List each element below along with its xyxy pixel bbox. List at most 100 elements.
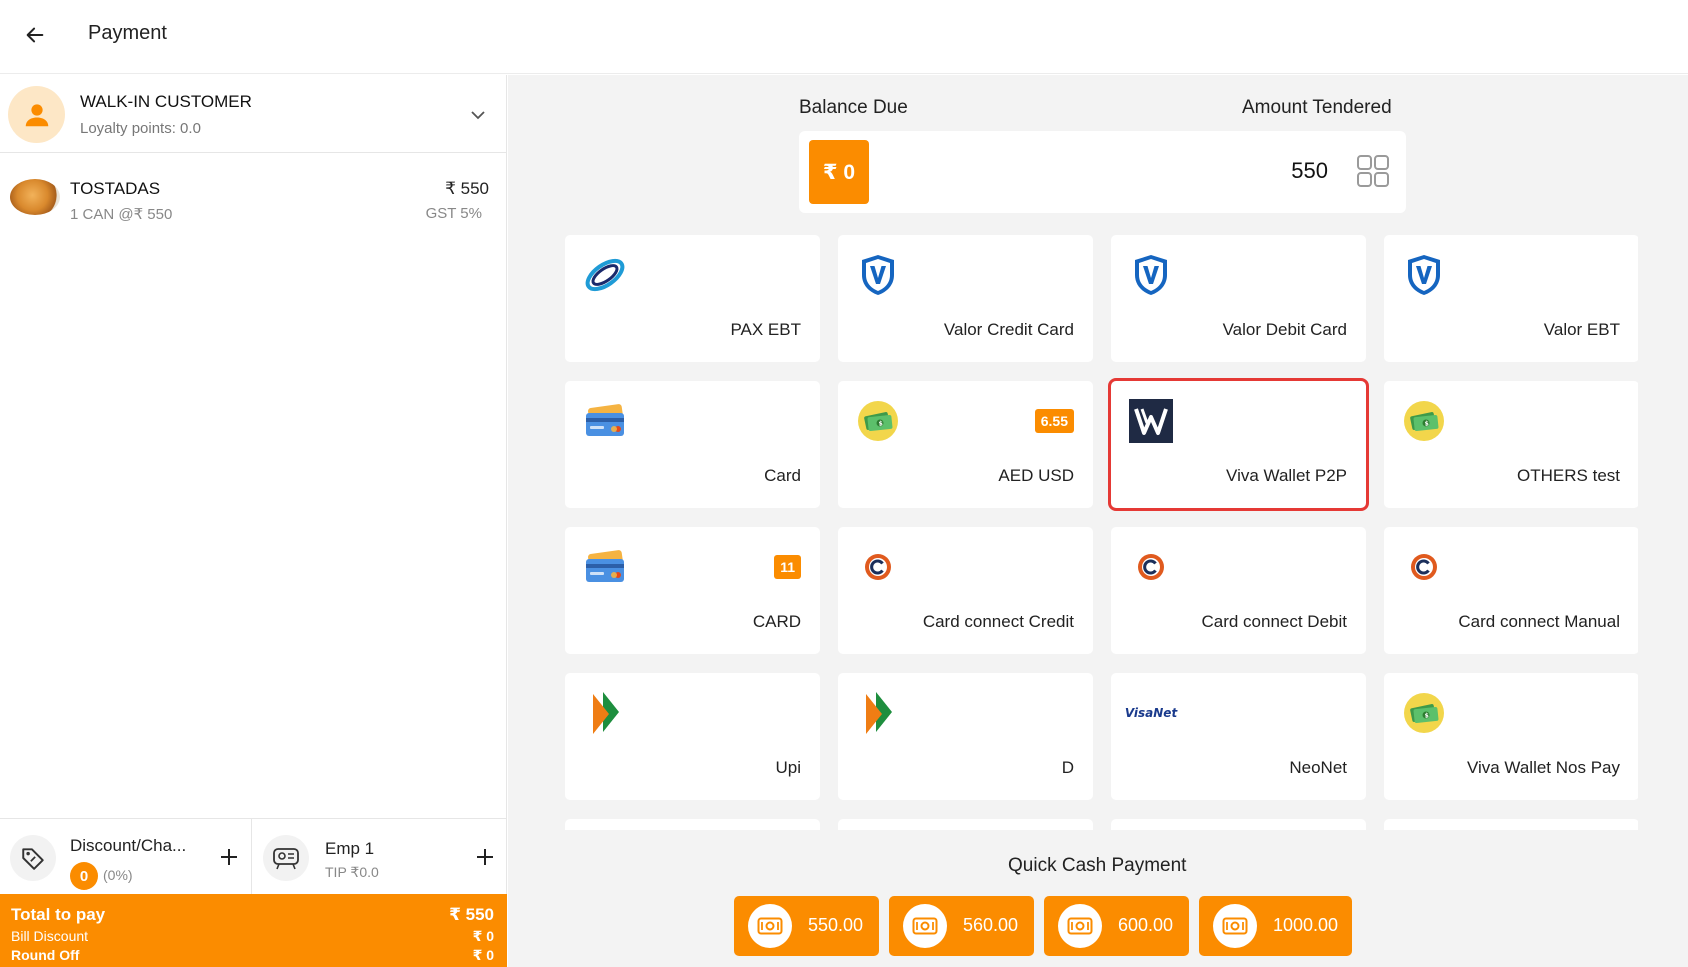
payment-method-label: Viva Wallet P2P [1226, 466, 1347, 485]
viva-wallet-icon [1129, 399, 1173, 443]
balance-due-label: Balance Due [799, 97, 908, 118]
payment-method-tile[interactable]: $6.55 AED USD [838, 381, 1093, 508]
chevron-down-icon [471, 111, 485, 120]
cardconnect-icon [1129, 545, 1173, 589]
payment-method-tile[interactable]: Card [565, 381, 820, 508]
credit-card-icon [583, 545, 627, 589]
item-price: ₹ 550 [445, 179, 489, 198]
payment-method-tile[interactable]: Card connect Manual [1384, 527, 1638, 654]
plus-icon [477, 849, 493, 865]
payment-method-label: Card connect Credit [922, 612, 1074, 631]
employee-icon-wrapper [263, 835, 309, 881]
visanet-logo-text: VisaNet [1124, 706, 1178, 720]
cart-item[interactable]: TOSTADAS 1 CAN @₹ 550 ₹ 550 GST 5% [0, 173, 507, 233]
item-quantity: 1 CAN @₹ 550 [70, 206, 173, 223]
payment-method-tile-partial[interactable] [1111, 819, 1366, 830]
valor-shield-icon [1129, 253, 1173, 297]
payment-method-label: AED USD [998, 466, 1074, 485]
page-title: Payment [88, 22, 167, 44]
upi-icon [856, 691, 900, 735]
valor-shield-icon [1402, 253, 1446, 297]
quick-cash-button[interactable]: 560.00 [889, 896, 1034, 956]
payment-method-tile[interactable]: Valor Debit Card [1111, 235, 1366, 362]
employee-name: Emp 1 [325, 839, 375, 858]
quick-cash-button[interactable]: 600.00 [1044, 896, 1189, 956]
customer-selector[interactable]: WALK-IN CUSTOMER Loyalty points: 0.0 [0, 75, 507, 153]
item-thumbnail [10, 179, 60, 215]
quick-cash-button[interactable]: 1000.00 [1199, 896, 1352, 956]
customer-dropdown-button[interactable] [466, 105, 490, 125]
discount-title: Discount/Cha... [70, 836, 187, 855]
add-tip-button[interactable] [471, 843, 499, 871]
svg-text:$: $ [879, 420, 883, 427]
payment-method-tile[interactable]: Valor Credit Card [838, 235, 1093, 362]
add-discount-button[interactable] [215, 843, 243, 871]
payment-method-label: NeoNet [1289, 758, 1347, 777]
item-tax: GST 5% [425, 205, 482, 222]
method-badge: 11 [774, 555, 801, 579]
payment-method-tile[interactable]: VisaNet NeoNet [1111, 673, 1366, 800]
visanet-icon: VisaNet [1125, 691, 1177, 735]
employee-icon [273, 848, 299, 870]
discount-count-badge: 0 [70, 862, 98, 890]
cash-icon: $ [856, 399, 900, 443]
cardconnect-icon [856, 545, 900, 589]
payment-method-tile[interactable]: 11 CARD [565, 527, 820, 654]
payment-method-label: PAX EBT [730, 320, 801, 339]
item-name: TOSTADAS [70, 179, 161, 198]
payment-method-tile[interactable]: $ Viva Wallet Nos Pay [1384, 673, 1638, 800]
quick-cash-amount: 1000.00 [1273, 915, 1339, 935]
payment-method-tile[interactable]: Upi [565, 673, 820, 800]
total-label: Total to pay [11, 905, 106, 924]
plus-icon [221, 849, 237, 865]
quick-cash-amount: 600.00 [1118, 915, 1174, 935]
payment-method-tile-partial[interactable] [565, 819, 820, 830]
payment-method-label: CARD [752, 612, 801, 631]
bill-discount-label: Bill Discount [11, 928, 89, 944]
tip-amount: TIP ₹0.0 [325, 864, 379, 880]
payment-methods-grid: PAX EBT Valor Credit Card Valor Debit Card… [565, 235, 1638, 830]
employee-tip-section[interactable]: Emp 1 TIP ₹0.0 [253, 819, 507, 895]
amount-box: ₹ 0 550 [799, 131, 1406, 213]
adjustments-row: Discount/Cha... 0 (0%) Emp 1 TIP ₹0.0 [0, 818, 507, 895]
discount-section[interactable]: Discount/Cha... 0 (0%) [0, 819, 252, 895]
amount-tendered-input[interactable]: 550 [1291, 158, 1328, 184]
cash-icon: $ [1402, 399, 1446, 443]
payment-method-tile[interactable]: Viva Wallet P2P [1108, 378, 1369, 511]
svg-text:$: $ [1425, 712, 1429, 719]
credit-card-icon [583, 399, 627, 443]
keypad-button[interactable] [1356, 154, 1390, 188]
person-icon [25, 103, 48, 126]
payment-method-label: Valor Credit Card [943, 320, 1074, 339]
upi-icon [583, 691, 627, 735]
payment-method-tile-partial[interactable] [838, 819, 1093, 830]
payment-method-label: Upi [775, 758, 801, 777]
grid-icon [1357, 155, 1389, 187]
cash-note-icon [1058, 904, 1102, 948]
payment-method-label: Valor Debit Card [1222, 320, 1347, 339]
payment-method-label: Viva Wallet Nos Pay [1466, 758, 1620, 777]
payment-method-tile[interactable]: D [838, 673, 1093, 800]
arrow-left-icon [26, 27, 44, 43]
back-button[interactable] [18, 18, 52, 52]
round-off-value: ₹ 0 [472, 947, 494, 963]
top-bar: Payment [0, 0, 1688, 74]
payment-method-label: Valor EBT [1543, 320, 1620, 339]
cardconnect-icon [1402, 545, 1446, 589]
payment-method-tile[interactable]: PAX EBT [565, 235, 820, 362]
total-value: ₹ 550 [449, 905, 494, 924]
quick-cash-amount: 560.00 [963, 915, 1019, 935]
payment-method-tile[interactable]: $ OTHERS test [1384, 381, 1638, 508]
payment-method-label: D [1061, 758, 1074, 777]
valor-shield-icon [856, 253, 900, 297]
svg-text:$: $ [1425, 420, 1429, 427]
cash-note-icon [903, 904, 947, 948]
quick-cash-button[interactable]: 550.00 [734, 896, 879, 956]
payment-method-tile[interactable]: Card connect Credit [838, 527, 1093, 654]
payment-method-label: Card [764, 466, 801, 485]
pax-logo-icon [583, 253, 627, 297]
payment-method-tile[interactable]: Valor EBT [1384, 235, 1638, 362]
quick-cash-label: Quick Cash Payment [1008, 855, 1187, 876]
payment-method-tile-partial[interactable] [1384, 819, 1638, 830]
payment-method-tile[interactable]: Card connect Debit [1111, 527, 1366, 654]
